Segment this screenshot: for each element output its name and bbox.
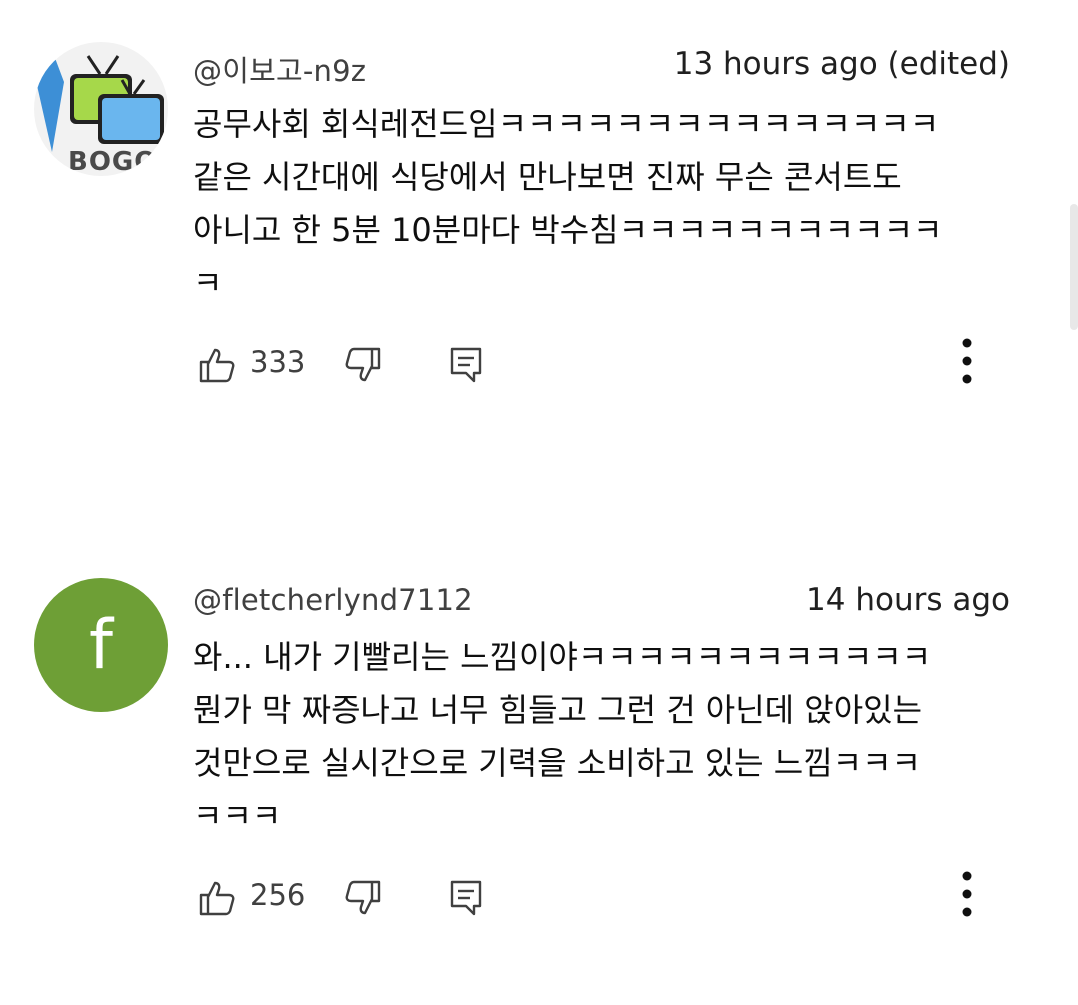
comment-text-line: 와... 내가 기빨리는 느낌이야ㅋㅋㅋㅋㅋㅋㅋㅋㅋㅋㅋㅋ — [193, 638, 932, 676]
scrollbar[interactable] — [1070, 204, 1078, 330]
bogo-tv-logo-icon: BOGO — [34, 42, 168, 176]
dislike-button[interactable] — [343, 876, 383, 920]
thumbs-down-icon — [345, 880, 381, 915]
more-vert-icon — [962, 871, 972, 917]
comment-text-line: 것만으로 실시간으로 기력을 소비하고 있는 느낌ㅋㅋㅋ — [193, 744, 921, 782]
comment-actions: 333 — [193, 338, 993, 393]
comment-text-line: ㅋㅋㅋ — [193, 797, 282, 835]
svg-text:BOGO: BOGO — [68, 147, 157, 176]
avatar-letter: f — [89, 605, 113, 685]
dislike-button[interactable] — [343, 343, 383, 387]
thumbs-up-icon — [199, 881, 235, 916]
comment-text-line: ㅋ — [193, 264, 223, 302]
comment-author[interactable]: @이보고-n9z — [193, 48, 366, 90]
comment-text: 공무사회 회식레전드임ㅋㅋㅋㅋㅋㅋㅋㅋㅋㅋㅋㅋㅋㅋㅋ 같은 시간대에 식당에서 … — [193, 98, 1013, 310]
thumbs-up-icon — [199, 348, 235, 383]
more-options-button[interactable] — [955, 868, 979, 924]
avatar[interactable]: f — [34, 578, 168, 712]
like-count: 333 — [250, 345, 306, 379]
reply-button[interactable] — [448, 876, 484, 920]
comment-text-line: 공무사회 회식레전드임ㅋㅋㅋㅋㅋㅋㅋㅋㅋㅋㅋㅋㅋㅋㅋ — [193, 105, 940, 143]
comment-timestamp[interactable]: 14 hours ago — [806, 582, 1010, 618]
like-button[interactable] — [197, 343, 237, 387]
comment-timestamp[interactable]: 13 hours ago (edited) — [674, 46, 1010, 82]
like-button[interactable] — [197, 876, 237, 920]
reply-icon — [450, 880, 482, 916]
avatar[interactable]: BOGO — [34, 42, 168, 176]
comment-text-line: 아니고 한 5분 10분마다 박수침ㅋㅋㅋㅋㅋㅋㅋㅋㅋㅋㅋ — [193, 211, 943, 249]
comment-author[interactable]: @fletcherlynd7112 — [193, 583, 473, 617]
more-vert-icon — [962, 338, 972, 384]
reply-button[interactable] — [448, 343, 484, 387]
thumbs-down-icon — [345, 347, 381, 382]
like-count: 256 — [250, 878, 306, 912]
comment-text-line: 뭔가 막 짜증나고 너무 힘들고 그런 건 아닌데 앉아있는 — [193, 691, 923, 729]
comment-text-line: 같은 시간대에 식당에서 만나보면 진짜 무슨 콘서트도 — [193, 158, 902, 196]
more-options-button[interactable] — [955, 335, 979, 391]
reply-icon — [450, 347, 482, 383]
comment-actions: 256 — [193, 871, 993, 926]
comment-text: 와... 내가 기빨리는 느낌이야ㅋㅋㅋㅋㅋㅋㅋㅋㅋㅋㅋㅋ 뭔가 막 짜증나고 … — [193, 631, 1013, 843]
